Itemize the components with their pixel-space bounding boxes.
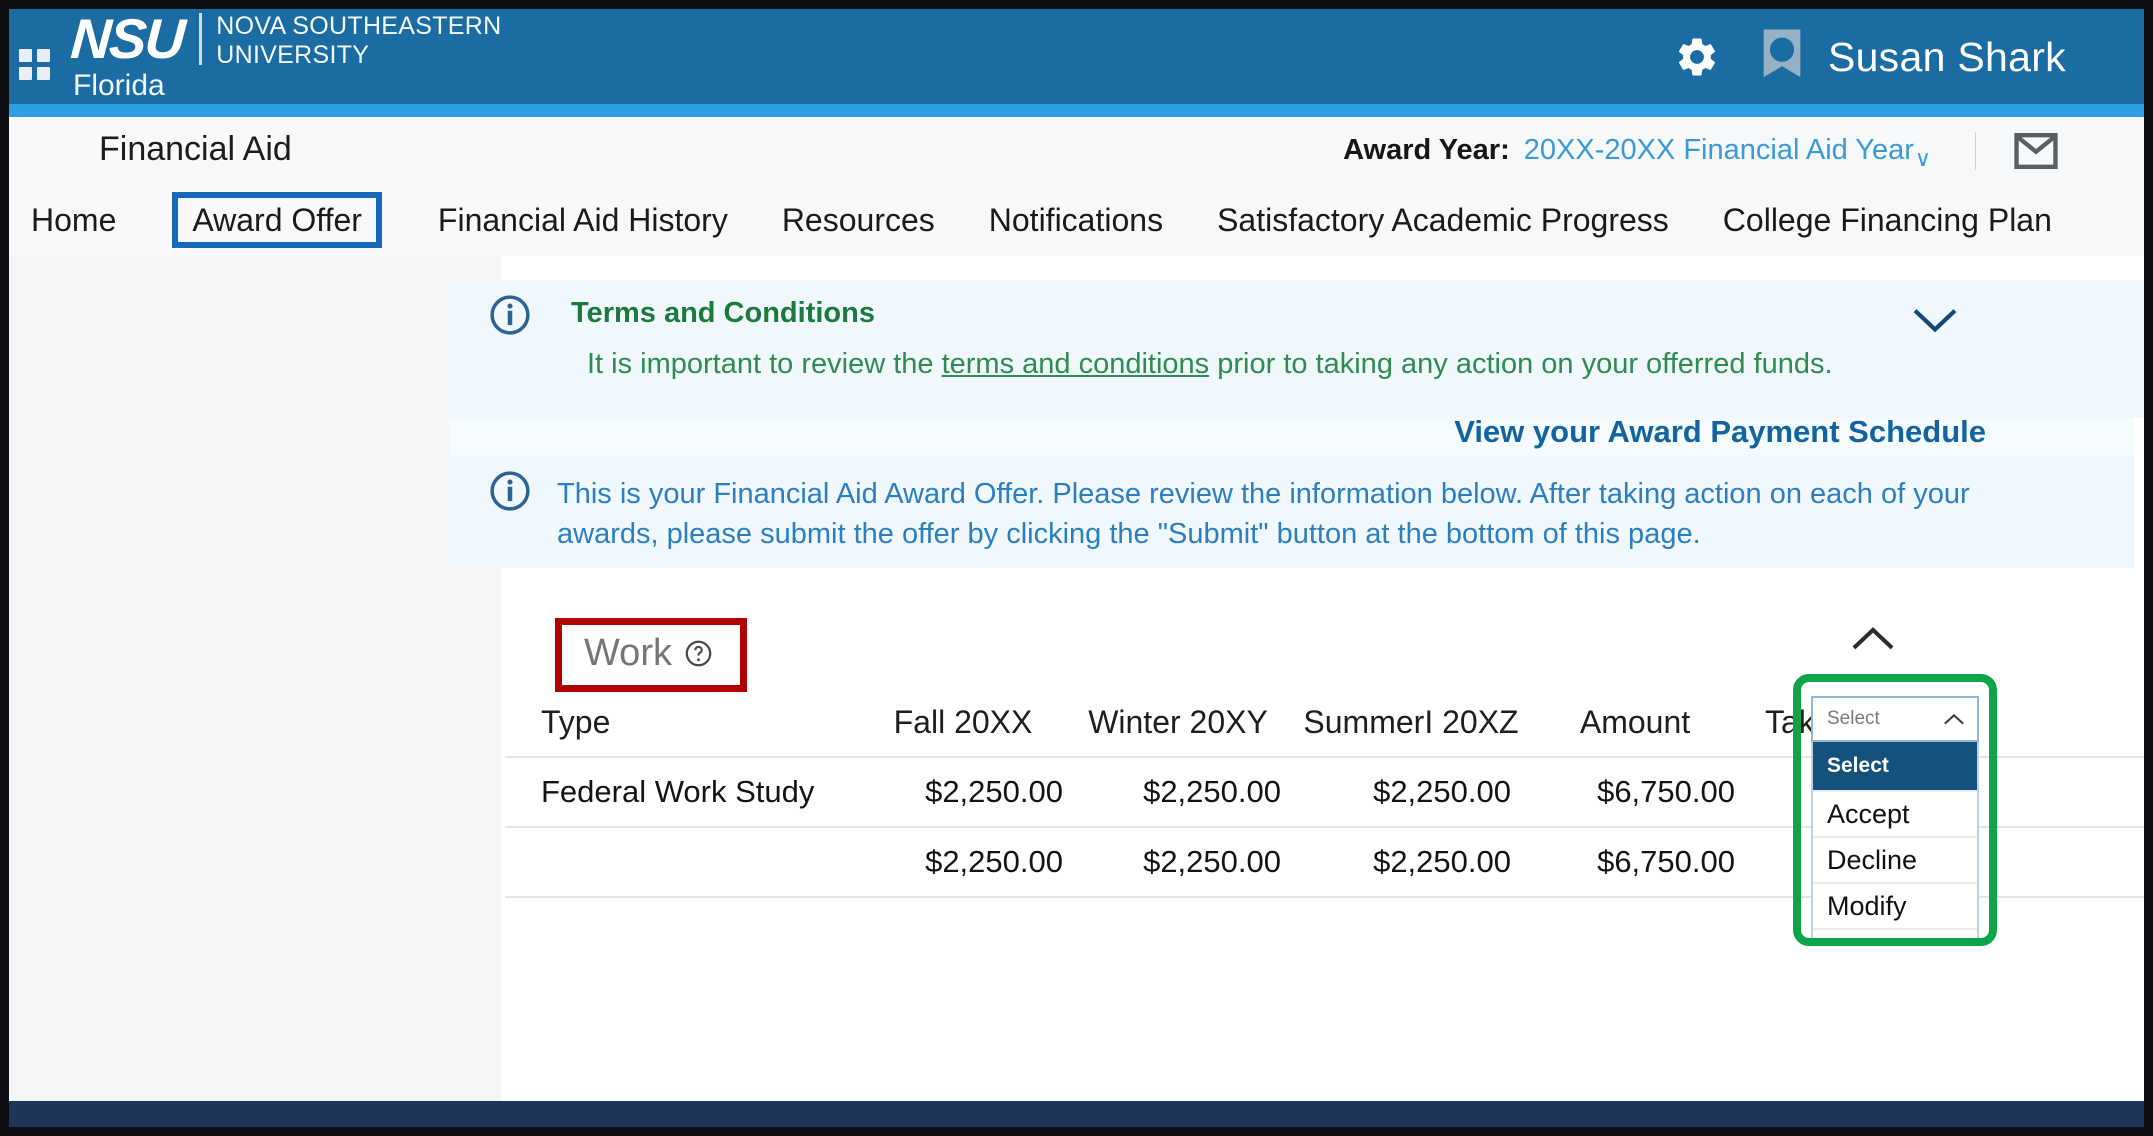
take-action-dropdown-control[interactable]: Select	[1811, 696, 1979, 742]
logo-acronym: NSU	[69, 11, 185, 67]
nav-item-financial-aid-history[interactable]: Financial Aid History	[430, 196, 736, 244]
cell-award-type: Federal Work Study	[505, 774, 857, 810]
grid-icon-cell	[19, 49, 32, 62]
bottom-bar	[9, 1101, 2144, 1127]
logo-divider	[199, 13, 202, 65]
nav-item-home[interactable]: Home	[23, 196, 124, 244]
chevron-down-icon[interactable]	[1912, 306, 1958, 336]
award-year-label: Award Year:	[1343, 134, 1510, 167]
terms-text-before: It is important to review the	[587, 348, 942, 380]
main-nav: Home Award Offer Financial Aid History R…	[9, 184, 2144, 256]
grid-icon[interactable]	[19, 49, 51, 81]
award-offer-info-alert: This is your Financial Aid Award Offer. …	[449, 456, 2134, 568]
logo-campus: Florida	[73, 70, 501, 102]
nav-item-resources[interactable]: Resources	[774, 196, 943, 244]
logo-fullname-line2: UNIVERSITY	[216, 40, 501, 69]
terms-text: It is important to review the terms and …	[587, 346, 2144, 382]
cell-winter-amount: $2,250.00	[1069, 774, 1287, 810]
offer-text-line2: awards, please submit the offer by click…	[557, 514, 2134, 554]
cell-total-amount: $6,750.00	[1535, 774, 1735, 810]
user-name[interactable]: Susan Shark	[1828, 35, 2066, 79]
column-header-summer: SummerI 20XZ	[1287, 704, 1535, 741]
nav-item-satisfactory-academic-progress[interactable]: Satisfactory Academic Progress	[1209, 196, 1677, 244]
chevron-up-icon[interactable]	[1851, 624, 1895, 652]
cell-summer-amount: $2,250.00	[1287, 774, 1535, 810]
page-title: Financial Aid	[99, 129, 292, 169]
nsu-logo[interactable]: NSU NOVA SOUTHEASTERN UNIVERSITY Florida	[71, 11, 501, 102]
chevron-down-icon[interactable]: ∨	[1915, 146, 1931, 184]
logo-fullname: NOVA SOUTHEASTERN UNIVERSITY	[216, 11, 501, 69]
terms-alert-body: Terms and Conditions It is important to …	[557, 294, 2144, 418]
award-year-selector[interactable]: Award Year: 20XX-20XX Financial Aid Year…	[1343, 117, 2144, 184]
screenshot-frame: NSU NOVA SOUTHEASTERN UNIVERSITY Florida…	[0, 0, 2153, 1136]
dropdown-option-partial[interactable]	[1813, 928, 1977, 944]
logo-top-row: NSU NOVA SOUTHEASTERN UNIVERSITY	[71, 11, 501, 69]
cell-total-fall: $2,250.00	[857, 844, 1069, 880]
column-header-fall: Fall 20XX	[857, 704, 1069, 741]
work-section-title: Work	[584, 629, 672, 677]
offer-text-line1: This is your Financial Aid Award Offer. …	[557, 474, 2134, 514]
take-action-dropdown[interactable]: Select Select Accept Decline Modify	[1811, 696, 1979, 946]
view-award-payment-schedule-link[interactable]: View your Award Payment Schedule	[1454, 414, 1986, 450]
grid-icon-cell	[37, 67, 50, 80]
terms-title: Terms and Conditions	[571, 296, 2144, 330]
main-content: Terms and Conditions It is important to …	[449, 256, 2144, 1101]
dropdown-option-decline[interactable]: Decline	[1813, 836, 1977, 882]
column-header-amount: Amount	[1535, 704, 1735, 741]
dropdown-option-modify[interactable]: Modify	[1813, 882, 1977, 928]
cell-fall-amount: $2,250.00	[857, 774, 1069, 810]
nav-item-award-offer[interactable]: Award Offer	[172, 192, 382, 248]
header-separator	[1975, 132, 1976, 170]
take-action-dropdown-list: Select Accept Decline Modify	[1811, 742, 1979, 946]
user-avatar-icon[interactable]	[1760, 29, 1804, 85]
cell-total-summer: $2,250.00	[1287, 844, 1535, 880]
left-gutter	[9, 256, 501, 1101]
brand-header: NSU NOVA SOUTHEASTERN UNIVERSITY Florida…	[9, 9, 2144, 104]
column-header-type: Type	[505, 704, 857, 741]
sub-header: Financial Aid Award Year: 20XX-20XX Fina…	[9, 117, 2144, 184]
cell-total-winter: $2,250.00	[1069, 844, 1287, 880]
app-window: NSU NOVA SOUTHEASTERN UNIVERSITY Florida…	[9, 9, 2144, 1127]
nav-item-notifications[interactable]: Notifications	[981, 196, 1171, 244]
dropdown-option-select[interactable]: Select	[1813, 742, 1977, 790]
info-circle-icon	[489, 294, 531, 336]
gear-icon[interactable]	[1674, 34, 1720, 80]
cell-total-grand-amount: $6,750.00	[1535, 844, 1735, 880]
logo-fullname-line1: NOVA SOUTHEASTERN	[216, 11, 501, 40]
page-body: Terms and Conditions It is important to …	[9, 256, 2144, 1101]
grid-icon-cell	[37, 49, 50, 62]
accent-strip	[9, 104, 2144, 117]
dropdown-option-accept[interactable]: Accept	[1813, 790, 1977, 836]
payment-schedule-strip: View your Award Payment Schedule	[449, 418, 2134, 456]
work-award-card: Work Type Fall 20XX	[505, 592, 2144, 1101]
award-year-value[interactable]: 20XX-20XX Financial Aid Year	[1524, 134, 1914, 167]
header-actions: Susan Shark	[1674, 9, 2144, 104]
terms-and-conditions-alert: Terms and Conditions It is important to …	[449, 280, 2144, 418]
info-circle-icon	[489, 470, 531, 512]
chevron-up-icon[interactable]	[1943, 712, 1965, 726]
offer-alert-body: This is your Financial Aid Award Offer. …	[557, 470, 2134, 568]
work-section-title-highlight: Work	[555, 618, 747, 692]
terms-and-conditions-link[interactable]: terms and conditions	[942, 348, 1210, 380]
help-circle-icon[interactable]	[685, 640, 712, 667]
work-card-header: Work	[505, 592, 2144, 688]
column-header-winter: Winter 20XY	[1069, 704, 1287, 741]
envelope-icon[interactable]	[2014, 131, 2058, 171]
grid-icon-cell	[19, 67, 32, 80]
nav-item-college-financing-plan[interactable]: College Financing Plan	[1715, 196, 2060, 244]
terms-text-after: prior to taking any action on your offer…	[1209, 348, 1832, 380]
take-action-dropdown-value: Select	[1827, 708, 1880, 730]
